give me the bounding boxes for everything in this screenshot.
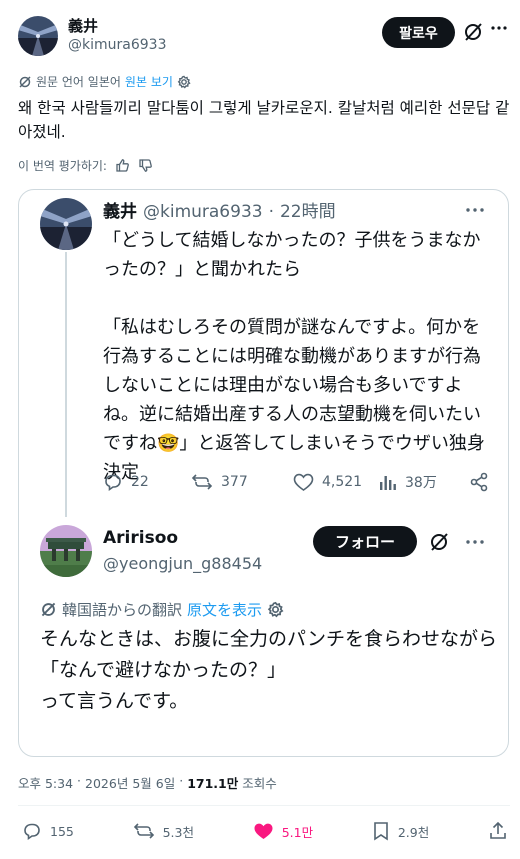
reply-icon: [22, 821, 42, 841]
reply-grok-icon[interactable]: [428, 531, 450, 553]
post-bookmark-count: 2.9천: [397, 824, 430, 840]
reply-translate-icon: [40, 601, 57, 618]
post-reply-count: 155: [50, 823, 74, 839]
like-button[interactable]: 5.1만: [253, 822, 313, 841]
post-text: 왜 한국 사람들끼리 말다툼이 그렇게 날카로운지. 칼날처럼 예리한 선문답 …: [18, 99, 510, 141]
translation-info: 원문 언어 일본어 원본 보기: [18, 73, 191, 90]
repost-icon: [191, 472, 213, 492]
meta-separator-2: ·: [179, 773, 184, 788]
views-total: 171.1만: [187, 776, 239, 791]
reply-button[interactable]: 155: [22, 821, 74, 841]
post-repost-count: 5.3천: [162, 824, 194, 840]
translate-icon: [18, 75, 32, 89]
author-avatar[interactable]: [18, 16, 58, 56]
settings-icon[interactable]: [177, 75, 191, 89]
grok-icon[interactable]: [462, 21, 484, 43]
quoted-actions: 22 377 4,521 38万: [103, 472, 495, 492]
quoted-views-button[interactable]: 38万: [379, 472, 469, 492]
more-options-icon[interactable]: [491, 26, 507, 30]
author-handle[interactable]: @kimura6933: [68, 37, 166, 53]
quoted-reply-button[interactable]: 22: [103, 472, 191, 492]
views-count: 38万: [405, 475, 437, 491]
quoted-post-text: 「どうして結婚しなかったの？子供をうまなかったの？」と聞かれたら 「私はむしろそ…: [103, 230, 485, 483]
post-date[interactable]: 2026년 5월 6일: [85, 773, 175, 792]
reply-author-handle[interactable]: @yeongjun_g88454: [103, 554, 262, 573]
analytics-icon: [379, 473, 397, 491]
post-meta: 오후 5:34 · 2026년 5월 6일 · 171.1만 조회수: [18, 773, 277, 792]
repost-count: 377: [221, 474, 248, 490]
like-count: 4,521: [322, 474, 363, 490]
view-original-link[interactable]: 원본 보기: [125, 73, 173, 90]
bookmark-button[interactable]: 2.9천: [372, 821, 429, 841]
quoted-header: 義井 @kimura6933 · 22時間: [103, 197, 336, 222]
quoted-author-name[interactable]: 義井: [103, 197, 137, 222]
thumbs-up-icon[interactable]: [115, 158, 130, 173]
repost-button[interactable]: 5.3천: [133, 821, 194, 841]
translation-note: 원문 언어 일본어: [36, 75, 121, 89]
separator-dot: ·: [268, 202, 274, 222]
quoted-timestamp[interactable]: 22時間: [280, 197, 336, 222]
reply-author-name[interactable]: Aririsoo: [103, 528, 178, 548]
post-actions: 155 5.3천 5.1만 2.9천: [22, 821, 508, 841]
reply-more-icon[interactable]: [466, 540, 484, 544]
follow-button[interactable]: 팔로우: [382, 17, 455, 48]
reply-follow-button[interactable]: フォロー: [313, 526, 417, 557]
share-icon: [469, 472, 489, 492]
quoted-share-button[interactable]: [469, 472, 489, 492]
reply-text: そんなときは、お腹に全力のパンチを食らわせながら 「なんで避けなかったの？」 っ…: [40, 628, 497, 712]
reply-icon: [103, 472, 123, 492]
rate-translation: 이 번역 평가하기:: [18, 157, 153, 174]
thread-connector: [65, 252, 67, 517]
quoted-like-button[interactable]: 4,521: [293, 473, 379, 492]
reply-author-avatar[interactable]: [40, 525, 92, 577]
quoted-author-handle[interactable]: @kimura6933: [143, 202, 263, 222]
post-like-count: 5.1만: [281, 824, 314, 840]
reply-settings-icon[interactable]: [267, 601, 284, 618]
author-name[interactable]: 義井: [68, 15, 98, 36]
quoted-author-avatar[interactable]: [40, 198, 92, 250]
rate-translation-label: 이 번역 평가하기:: [18, 159, 107, 173]
reply-view-original-link[interactable]: 原文を表示: [187, 599, 262, 620]
thumbs-down-icon[interactable]: [138, 158, 153, 173]
meta-separator: ·: [77, 773, 82, 788]
views-label: 조회수: [242, 776, 277, 791]
upload-share-icon: [488, 821, 508, 841]
heart-icon: [293, 473, 314, 492]
repost-icon: [133, 821, 155, 841]
quoted-repost-button[interactable]: 377: [191, 472, 293, 492]
quoted-more-icon[interactable]: [466, 208, 484, 212]
post-time[interactable]: 오후 5:34: [18, 773, 73, 792]
bookmark-icon: [372, 821, 390, 841]
reply-count: 22: [131, 474, 149, 490]
heart-filled-icon: [253, 822, 274, 841]
share-button[interactable]: [488, 821, 508, 841]
reply-translation-note: 韓国語からの翻訳: [62, 601, 183, 619]
divider: [18, 805, 510, 806]
reply-translation-info: 韓国語からの翻訳 原文を表示: [40, 599, 284, 620]
